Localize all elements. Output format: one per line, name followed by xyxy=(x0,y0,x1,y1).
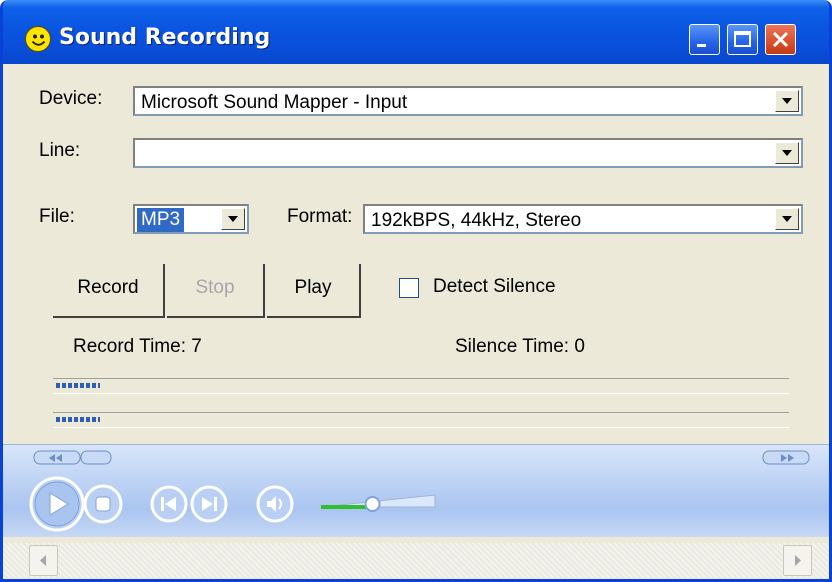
device-value: Microsoft Sound Mapper - Input xyxy=(141,92,408,113)
horizontal-scrollbar[interactable] xyxy=(3,543,829,578)
media-player-controls xyxy=(3,444,829,537)
right-level-fill xyxy=(56,417,100,422)
next-icon xyxy=(190,485,228,523)
mute-icon[interactable] xyxy=(253,483,297,527)
format-label: Format: xyxy=(287,206,353,227)
silence-time-readout: Silence Time: 0 xyxy=(455,336,585,357)
title-bar[interactable]: Sound Recording xyxy=(3,0,829,64)
stop-icon[interactable] xyxy=(83,483,127,527)
previous-icon xyxy=(150,485,188,523)
close-button[interactable] xyxy=(765,24,796,55)
chevron-down-icon[interactable] xyxy=(775,90,799,112)
volume-slider[interactable] xyxy=(319,487,439,517)
left-level-fill xyxy=(56,383,100,388)
line-dropdown[interactable] xyxy=(133,138,803,168)
sound-recording-window: Sound Recording Device: Microsoft Sound … xyxy=(0,0,832,582)
record-time-readout: Record Time: 7 xyxy=(73,336,202,357)
format-dropdown[interactable]: 192kBPS, 44kHz, Stereo xyxy=(363,204,803,234)
window-title: Sound Recording xyxy=(59,25,271,50)
format-value: 192kBPS, 44kHz, Stereo xyxy=(371,210,582,231)
file-type-value: MP3 xyxy=(137,208,185,232)
previous-next-icons xyxy=(147,483,239,527)
line-label: Line: xyxy=(39,140,81,161)
chevron-down-icon[interactable] xyxy=(775,142,799,164)
window-client-area: Device: Microsoft Sound Mapper - Input L… xyxy=(3,64,829,579)
seek-forward-icon[interactable] xyxy=(761,449,811,467)
file-label: File: xyxy=(39,206,75,227)
scroll-right-icon[interactable] xyxy=(783,545,812,576)
detect-silence-label: Detect Silence xyxy=(433,276,556,297)
play-button[interactable]: Play xyxy=(267,264,361,318)
device-label: Device: xyxy=(39,88,103,109)
file-type-dropdown[interactable]: MP3 xyxy=(133,204,249,234)
detect-silence-checkbox[interactable] xyxy=(399,278,419,298)
chevron-down-icon[interactable] xyxy=(775,208,799,230)
record-button[interactable]: Record xyxy=(53,264,165,318)
minimize-button[interactable] xyxy=(689,24,720,55)
seek-back-icon[interactable] xyxy=(33,449,113,467)
scroll-left-icon[interactable] xyxy=(29,545,58,576)
right-level-meter xyxy=(53,412,789,428)
maximize-button[interactable] xyxy=(727,24,758,55)
left-level-meter xyxy=(53,378,789,394)
stop-button[interactable]: Stop xyxy=(167,264,265,318)
device-dropdown[interactable]: Microsoft Sound Mapper - Input xyxy=(133,86,803,116)
chevron-down-icon[interactable] xyxy=(221,208,245,230)
smiley-icon xyxy=(25,26,51,52)
